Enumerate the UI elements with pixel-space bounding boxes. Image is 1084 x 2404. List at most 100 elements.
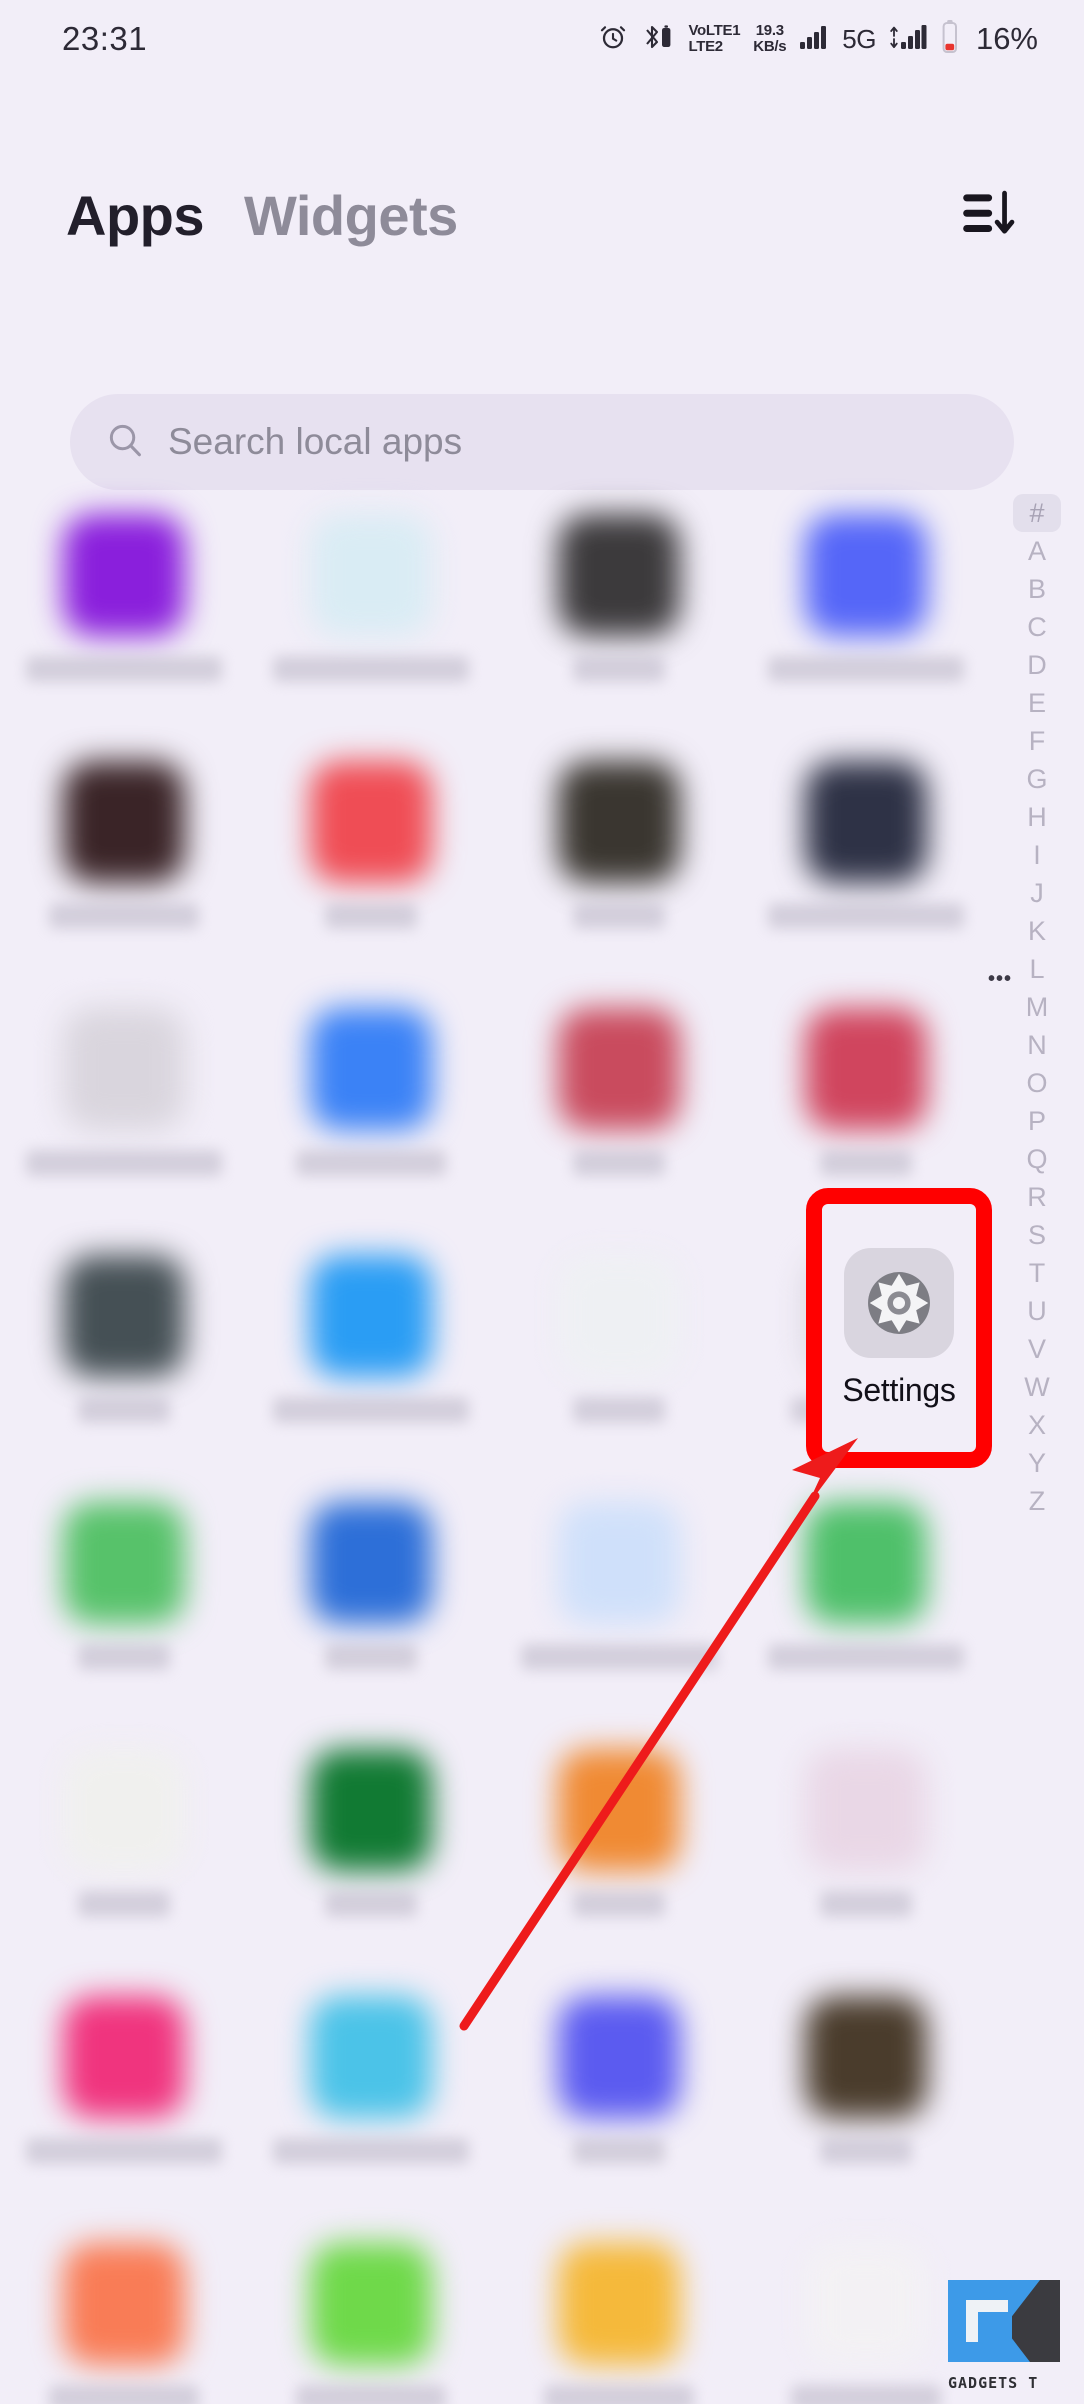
app-cell[interactable]: [743, 1735, 991, 1982]
alphabet-index-item[interactable]: M: [1013, 988, 1061, 1026]
alphabet-index-item[interactable]: R: [1013, 1178, 1061, 1216]
app-cell[interactable]: [248, 1241, 496, 1488]
alphabet-index-item[interactable]: G: [1013, 760, 1061, 798]
alphabet-index-item[interactable]: A: [1013, 532, 1061, 570]
drawer-header: Apps Widgets: [0, 160, 1084, 270]
app-label: [820, 1150, 913, 1176]
app-label: [77, 1891, 170, 1917]
app-cell[interactable]: [248, 1735, 496, 1982]
app-cell[interactable]: [743, 1982, 991, 2229]
app-label: [325, 1644, 418, 1670]
alphabet-index-item[interactable]: V: [1013, 1330, 1061, 1368]
tab-widgets[interactable]: Widgets: [244, 183, 458, 248]
alphabet-index-item[interactable]: B: [1013, 570, 1061, 608]
alphabet-index-item[interactable]: K: [1013, 912, 1061, 950]
app-cell[interactable]: [248, 994, 496, 1241]
alphabet-index-item[interactable]: J: [1013, 874, 1061, 912]
alphabet-index-item[interactable]: S: [1013, 1216, 1061, 1254]
app-icon: [62, 1749, 185, 1871]
app-icon: [62, 514, 185, 636]
alphabet-index-item[interactable]: F: [1013, 722, 1061, 760]
app-cell[interactable]: [0, 1982, 248, 2229]
alphabet-drag-handle[interactable]: •••: [988, 968, 1012, 991]
app-cell[interactable]: [0, 1488, 248, 1735]
app-cell[interactable]: [248, 500, 496, 747]
volte-sim2-label: LTE2: [688, 38, 723, 55]
app-cell[interactable]: [248, 1488, 496, 1735]
data-rate-indicator: 19.3 KB/s: [753, 23, 786, 55]
app-label: [768, 656, 965, 682]
alphabet-index-item[interactable]: P: [1013, 1102, 1061, 1140]
phone-screen: 23:31 VoLTE1 LTE2 19.3 KB/s 5G 16% Apps …: [0, 0, 1084, 2404]
app-label: [572, 2138, 665, 2164]
alphabet-index-item[interactable]: E: [1013, 684, 1061, 722]
search-icon: [104, 419, 146, 466]
alphabet-index-item[interactable]: H: [1013, 798, 1061, 836]
bluetooth-battery-icon: [641, 21, 675, 58]
app-label: [572, 1397, 665, 1423]
app-cell[interactable]: [0, 747, 248, 994]
app-icon: [62, 761, 185, 883]
app-label: [325, 903, 418, 929]
app-cell[interactable]: [248, 1982, 496, 2229]
app-cell[interactable]: [248, 747, 496, 994]
alphabet-index-item[interactable]: Q: [1013, 1140, 1061, 1178]
app-cell[interactable]: [495, 1982, 743, 2229]
app-cell[interactable]: [743, 747, 991, 994]
app-label: [820, 1891, 913, 1917]
alphabet-index-item[interactable]: O: [1013, 1064, 1061, 1102]
sort-button[interactable]: [952, 179, 1024, 251]
alphabet-index-item[interactable]: X: [1013, 1406, 1061, 1444]
app-icon: [310, 2243, 433, 2365]
alphabet-index-item[interactable]: I: [1013, 836, 1061, 874]
alphabet-index-item[interactable]: Z: [1013, 1482, 1061, 1520]
alphabet-index-item[interactable]: L: [1013, 950, 1061, 988]
alphabet-index-item[interactable]: U: [1013, 1292, 1061, 1330]
app-cell[interactable]: [495, 747, 743, 994]
app-label: [791, 2385, 942, 2404]
alphabet-index-item[interactable]: C: [1013, 608, 1061, 646]
sort-descending-icon: [957, 182, 1019, 249]
app-row: [0, 1488, 990, 1735]
app-cell[interactable]: [0, 1241, 248, 1488]
alphabet-index-item[interactable]: T: [1013, 1254, 1061, 1292]
alphabet-index-item[interactable]: D: [1013, 646, 1061, 684]
app-icon: [805, 514, 928, 636]
app-cell[interactable]: [495, 994, 743, 1241]
app-cell[interactable]: [495, 500, 743, 747]
app-icon: [310, 1255, 433, 1377]
app-cell[interactable]: [495, 1488, 743, 1735]
app-cell[interactable]: [743, 1488, 991, 1735]
tab-apps[interactable]: Apps: [66, 183, 205, 248]
app-label: [520, 1644, 717, 1670]
app-cell[interactable]: [495, 1735, 743, 1982]
app-cell[interactable]: [0, 2229, 248, 2404]
app-icon: [557, 761, 680, 883]
volte-dual-sim-indicator: VoLTE1 LTE2: [688, 23, 740, 55]
app-icon: [805, 761, 928, 883]
app-icon: [805, 1749, 928, 1871]
app-cell[interactable]: [495, 1241, 743, 1488]
search-bar[interactable]: Search local apps: [70, 394, 1014, 490]
app-cell[interactable]: [743, 500, 991, 747]
app-icon: [62, 2243, 185, 2365]
app-cell[interactable]: [248, 2229, 496, 2404]
volte-sim1-label: VoLTE1: [688, 22, 741, 40]
app-cell[interactable]: [495, 2229, 743, 2404]
app-label: [273, 656, 470, 682]
signal-bars-sim1-icon: [799, 24, 829, 55]
alphabet-index-item[interactable]: W: [1013, 1368, 1061, 1406]
app-cell[interactable]: [0, 500, 248, 747]
search-input[interactable]: Search local apps: [168, 421, 462, 463]
app-label: [768, 903, 965, 929]
app-cell[interactable]: [0, 994, 248, 1241]
alphabet-index-scrubber[interactable]: ••• # A B C D E F G H I J K L M N O P Q R S T U V W X Y Z: [988, 494, 1068, 1594]
alphabet-index-item[interactable]: N: [1013, 1026, 1061, 1064]
app-cell[interactable]: [0, 1735, 248, 1982]
app-label: [325, 1891, 418, 1917]
settings-highlight-box[interactable]: Settings: [806, 1188, 992, 1468]
alphabet-index-item[interactable]: Y: [1013, 1444, 1061, 1482]
alphabet-index-item[interactable]: #: [1013, 494, 1061, 532]
app-icon: [557, 2243, 680, 2365]
app-label: [77, 1397, 170, 1423]
